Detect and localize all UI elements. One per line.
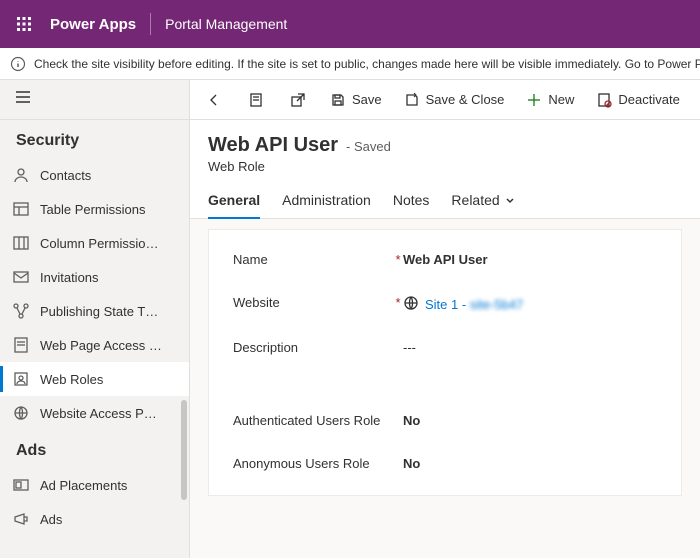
field-label: Description xyxy=(233,340,298,357)
tab-administration[interactable]: Administration xyxy=(282,192,371,218)
required-indicator: * xyxy=(393,252,403,267)
placement-icon xyxy=(12,476,30,494)
save-close-button[interactable]: Save & Close xyxy=(394,80,515,120)
sidebar-scrollbar[interactable] xyxy=(181,400,187,500)
new-button[interactable]: New xyxy=(516,80,584,120)
sidebar-item-table-permissions[interactable]: Table Permissions xyxy=(0,192,189,226)
sidebar-item-label: Column Permissio… xyxy=(40,236,158,251)
sidebar-section-security: Security xyxy=(0,120,189,158)
sidebar-item-label: Website Access P… xyxy=(40,406,157,421)
field-anonymous-role: Anonymous Users Role No xyxy=(233,456,657,473)
sidebar-item-ad-placements[interactable]: Ad Placements xyxy=(0,468,189,502)
command-bar: Save Save & Close New Deactivate xyxy=(190,80,700,120)
field-label: Website xyxy=(233,295,280,312)
back-button[interactable] xyxy=(194,80,234,120)
field-authenticated-role: Authenticated Users Role No xyxy=(233,413,657,430)
info-icon xyxy=(10,56,26,72)
sidebar-item-label: Web Page Access … xyxy=(40,338,162,353)
workflow-icon xyxy=(12,302,30,320)
sidebar-item-label: Publishing State T… xyxy=(40,304,158,319)
sidebar-item-label: Table Permissions xyxy=(40,202,146,217)
field-website: Website * Site 1 - site-5b47 xyxy=(233,295,657,314)
brand-name: Power Apps xyxy=(50,16,136,33)
sidebar-item-label: Web Roles xyxy=(40,372,103,387)
hamburger-icon[interactable] xyxy=(14,88,32,111)
anonymous-role-input[interactable]: No xyxy=(403,456,420,471)
notice-text: Check the site visibility before editing… xyxy=(34,57,700,71)
sidebar-item-web-page-access[interactable]: Web Page Access … xyxy=(0,328,189,362)
save-label: Save xyxy=(352,92,382,107)
sidebar-item-web-roles[interactable]: Web Roles xyxy=(0,362,189,396)
sidebar-item-publishing-state[interactable]: Publishing State T… xyxy=(0,294,189,328)
form-tabs: General Administration Notes Related xyxy=(190,178,700,219)
authenticated-role-input[interactable]: No xyxy=(403,413,420,428)
form-header: Web API User - Saved Web Role xyxy=(190,120,700,178)
open-new-window-button[interactable] xyxy=(278,80,318,120)
website-lookup[interactable]: Site 1 - site-5b47 xyxy=(403,295,523,314)
sidebar-item-website-access[interactable]: Website Access P… xyxy=(0,396,189,430)
sidebar-section-ads: Ads xyxy=(0,430,189,468)
role-icon xyxy=(12,370,30,388)
deactivate-button[interactable]: Deactivate xyxy=(586,80,689,120)
field-label: Name xyxy=(233,252,268,269)
app-launcher-icon[interactable] xyxy=(8,8,40,40)
notice-bar: Check the site visibility before editing… xyxy=(0,48,700,80)
app-name: Portal Management xyxy=(165,16,287,32)
sidebar-item-invitations[interactable]: Invitations xyxy=(0,260,189,294)
sidebar-item-contacts[interactable]: Contacts xyxy=(0,158,189,192)
sidebar-item-label: Ads xyxy=(40,512,62,527)
save-close-label: Save & Close xyxy=(426,92,505,107)
deactivate-label: Deactivate xyxy=(618,92,679,107)
globe-icon xyxy=(403,295,419,314)
tab-general[interactable]: General xyxy=(208,192,260,218)
sidebar-item-label: Ad Placements xyxy=(40,478,127,493)
sidebar-item-label: Invitations xyxy=(40,270,99,285)
main-area: Save Save & Close New Deactivate Web API… xyxy=(190,80,700,558)
name-input[interactable]: Web API User xyxy=(403,252,488,267)
field-name: Name * Web API User xyxy=(233,252,657,269)
field-label: Anonymous Users Role xyxy=(233,456,370,473)
sidebar-item-ads[interactable]: Ads xyxy=(0,502,189,536)
save-status: - Saved xyxy=(346,139,391,154)
columns-icon xyxy=(12,234,30,252)
form-selector-button[interactable] xyxy=(236,80,276,120)
required-indicator: * xyxy=(393,295,403,310)
page-icon xyxy=(12,336,30,354)
field-label: Authenticated Users Role xyxy=(233,413,380,430)
tab-related[interactable]: Related xyxy=(451,192,515,218)
sidebar-item-column-permissions[interactable]: Column Permissio… xyxy=(0,226,189,260)
chevron-down-icon xyxy=(504,194,516,206)
sidebar-item-label: Contacts xyxy=(40,168,91,183)
entity-name: Web Role xyxy=(208,159,682,174)
titlebar-separator xyxy=(150,13,151,35)
field-description: Description --- xyxy=(233,340,657,357)
form-card: Name * Web API User Website * xyxy=(208,229,682,496)
save-button[interactable]: Save xyxy=(320,80,392,120)
description-input[interactable]: --- xyxy=(403,340,416,355)
megaphone-icon xyxy=(12,510,30,528)
website-link[interactable]: Site 1 - site-5b47 xyxy=(425,297,523,312)
form-body: Name * Web API User Website * xyxy=(190,219,700,558)
sidebar: Security Contacts Table Permissions Colu… xyxy=(0,80,190,558)
tab-notes[interactable]: Notes xyxy=(393,192,430,218)
record-title: Web API User xyxy=(208,134,338,157)
title-bar: Power Apps Portal Management xyxy=(0,0,700,48)
new-label: New xyxy=(548,92,574,107)
table-icon xyxy=(12,200,30,218)
mail-icon xyxy=(12,268,30,286)
globe-lock-icon xyxy=(12,404,30,422)
contact-icon xyxy=(12,166,30,184)
